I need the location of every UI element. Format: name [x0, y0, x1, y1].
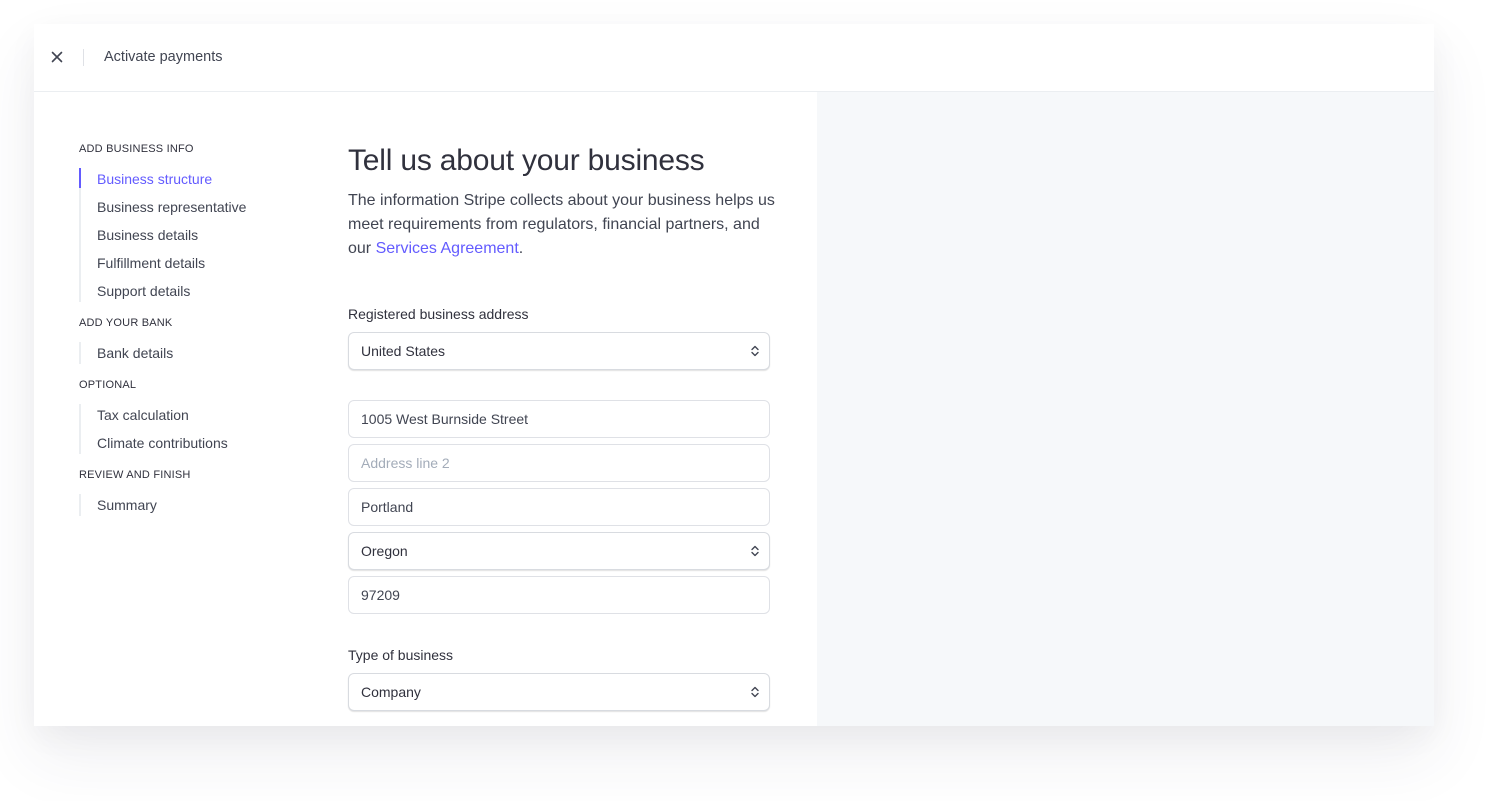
preview-panel: [817, 92, 1434, 726]
country-select[interactable]: United States: [348, 332, 770, 370]
city-input[interactable]: [361, 499, 769, 515]
top-bar: Activate payments: [34, 24, 1434, 92]
nav-item-bank-details[interactable]: Bank details: [97, 342, 299, 364]
steps-nav: ADD BUSINESS INFO Business structure Bus…: [79, 142, 299, 530]
services-agreement-link[interactable]: Services Agreement: [376, 240, 519, 257]
address-line1-input[interactable]: [361, 411, 769, 427]
page-title: Tell us about your business: [348, 144, 705, 177]
nav-item-business-structure[interactable]: Business structure: [79, 168, 299, 196]
chevron-up-down-icon: [751, 686, 759, 698]
nav-item-support-details[interactable]: Support details: [97, 280, 299, 302]
nav-section-title-review: REVIEW AND FINISH: [79, 469, 191, 481]
close-button[interactable]: [48, 48, 66, 66]
business-type-value: Company: [361, 684, 421, 700]
address-line1-field[interactable]: [348, 400, 770, 438]
topbar-divider: [83, 49, 84, 66]
nav-item-business-details[interactable]: Business details: [97, 224, 299, 252]
zip-field[interactable]: [348, 576, 770, 614]
chevron-up-down-icon: [751, 345, 759, 357]
nav-group-review: Summary: [79, 494, 299, 516]
nav-group-optional: Tax calculation Climate contributions: [79, 404, 299, 454]
nav-item-climate-contributions[interactable]: Climate contributions: [97, 432, 299, 454]
nav-item-fulfillment-details[interactable]: Fulfillment details: [97, 252, 299, 280]
nav-section-title-business-info: ADD BUSINESS INFO: [79, 143, 194, 155]
window-title: Activate payments: [104, 49, 223, 65]
close-x-icon: [51, 51, 63, 63]
address-label: Registered business address: [348, 306, 529, 322]
zip-input[interactable]: [361, 587, 769, 603]
country-value: United States: [361, 343, 446, 359]
chevron-up-down-icon: [751, 545, 759, 557]
state-value: Oregon: [361, 543, 408, 559]
city-field[interactable]: [348, 488, 770, 526]
page-description: The information Stripe collects about yo…: [348, 189, 778, 261]
main-panel: ADD BUSINESS INFO Business structure Bus…: [34, 92, 817, 726]
nav-section-title-bank: ADD YOUR BANK: [79, 317, 173, 329]
state-select[interactable]: Oregon: [348, 532, 770, 570]
activate-payments-window: Activate payments ADD BUSINESS INFO Busi…: [34, 24, 1434, 726]
description-suffix: .: [518, 240, 524, 257]
nav-group-bank: Bank details: [79, 342, 299, 364]
business-form: Tell us about your business The informat…: [348, 142, 775, 711]
nav-item-business-representative[interactable]: Business representative: [97, 196, 299, 224]
nav-section-title-optional: OPTIONAL: [79, 379, 137, 391]
nav-item-summary[interactable]: Summary: [97, 494, 299, 516]
address-line2-field[interactable]: [348, 444, 770, 482]
nav-group-business-info: Business structure Business representati…: [79, 168, 299, 302]
nav-item-tax-calculation[interactable]: Tax calculation: [97, 404, 299, 432]
business-type-label: Type of business: [348, 647, 454, 663]
address-line2-input[interactable]: [361, 455, 769, 471]
business-type-select[interactable]: Company: [348, 673, 770, 711]
